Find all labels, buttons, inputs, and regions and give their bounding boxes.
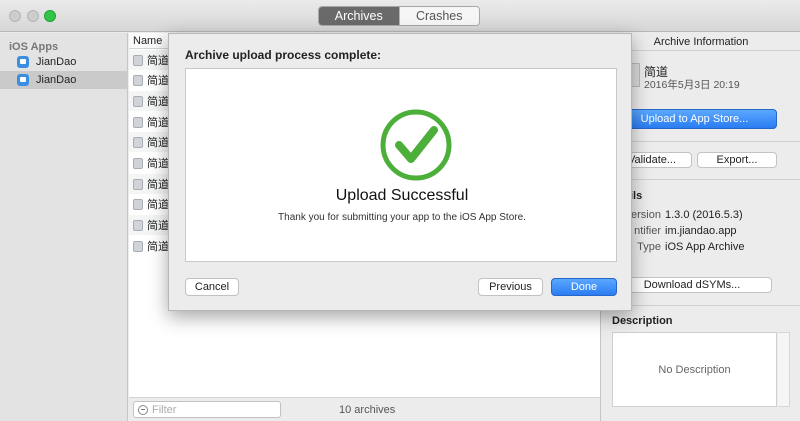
tab-archives[interactable]: Archives <box>319 7 399 25</box>
title-bar: Archives Crashes <box>0 0 800 32</box>
type-value: iOS App Archive <box>665 241 745 253</box>
row-label: 简道 <box>147 179 169 191</box>
tab-crashes[interactable]: Crashes <box>398 7 479 25</box>
row-label: 简道 <box>147 199 169 211</box>
sidebar-item-label: JianDao <box>36 56 77 68</box>
export-button[interactable]: Export... <box>697 152 777 168</box>
minimize-window-button[interactable] <box>27 10 39 22</box>
archive-icon <box>133 157 143 169</box>
archive-icon <box>133 198 143 210</box>
description-header: Description <box>612 315 673 327</box>
filter-placeholder: Filter <box>152 403 177 416</box>
sheet-content: Upload Successful Thank you for submitti… <box>185 68 617 262</box>
app-icon <box>17 56 29 68</box>
archive-icon <box>133 116 143 128</box>
archive-icon <box>133 240 143 252</box>
archive-icon <box>133 178 143 190</box>
archive-date: 2016年5月3日 20:19 <box>644 79 740 91</box>
close-window-button[interactable] <box>9 10 21 22</box>
cancel-button[interactable]: Cancel <box>185 278 239 296</box>
sidebar-item-jiandao-selected[interactable]: JianDao <box>0 71 128 89</box>
previous-button[interactable]: Previous <box>478 278 543 296</box>
archive-icon <box>133 136 143 148</box>
success-check-icon <box>378 107 454 183</box>
description-placeholder: No Description <box>658 363 731 376</box>
list-footer: Filter 10 archives <box>129 397 600 421</box>
sidebar-item-label: JianDao <box>36 74 77 86</box>
sidebar-item-jiandao[interactable]: JianDao <box>0 53 128 71</box>
archive-icon <box>133 74 143 86</box>
description-scrollbar[interactable] <box>778 332 790 407</box>
row-label: 简道 <box>147 96 169 108</box>
description-field[interactable]: No Description <box>612 332 777 407</box>
done-button[interactable]: Done <box>551 278 617 296</box>
identifier-value: im.jiandao.app <box>665 225 737 237</box>
download-dsyms-button[interactable]: Download dSYMs... <box>612 277 772 293</box>
row-label: 简道 <box>147 55 169 67</box>
upload-to-app-store-button[interactable]: Upload to App Store... <box>612 109 777 129</box>
row-label: 简道 <box>147 75 169 87</box>
sheet-title: Archive upload process complete: <box>185 48 382 62</box>
view-segmented-control: Archives Crashes <box>318 6 480 26</box>
filter-icon <box>138 404 148 415</box>
row-label: 简道 <box>147 220 169 232</box>
row-label: 简道 <box>147 117 169 129</box>
upload-complete-sheet: Archive upload process complete: Upload … <box>168 33 632 311</box>
sidebar-header: iOS Apps <box>9 41 59 53</box>
archive-icon <box>133 219 143 231</box>
filter-field[interactable]: Filter <box>133 401 281 418</box>
archive-icon <box>133 54 143 66</box>
sidebar: iOS Apps JianDao JianDao <box>0 33 128 421</box>
archive-icon <box>133 95 143 107</box>
success-heading: Upload Successful <box>335 187 469 204</box>
archive-count: 10 archives <box>339 404 396 416</box>
row-label: 简道 <box>147 241 169 253</box>
version-value: 1.3.0 (2016.5.3) <box>665 209 743 221</box>
app-icon <box>17 74 29 86</box>
success-message: Thank you for submitting your app to the… <box>278 212 526 223</box>
row-label: 简道 <box>147 158 169 170</box>
row-label: 简道 <box>147 137 169 149</box>
zoom-window-button[interactable] <box>44 10 56 22</box>
